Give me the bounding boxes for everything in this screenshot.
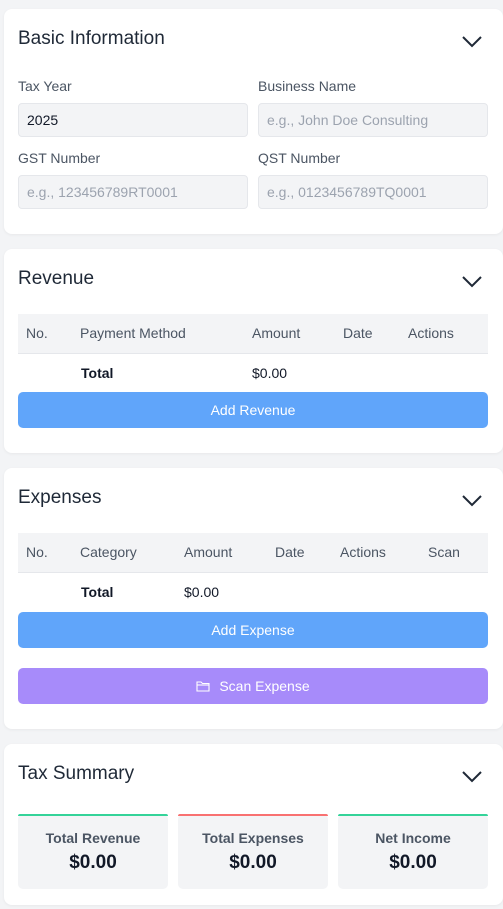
expenses-card: Expenses No. Category Amount Date Action… [4, 468, 503, 729]
summary-value: $0.00 [389, 852, 437, 873]
total-label: Total [81, 365, 114, 381]
scan-expense-button[interactable]: Scan Expense [18, 668, 488, 704]
revenue-card: Revenue No. Payment Method Amount Date A… [4, 249, 503, 453]
revenue-table-header: No. Payment Method Amount Date Actions [18, 314, 488, 353]
section-title: Revenue [18, 268, 95, 289]
accent-bar [338, 814, 488, 816]
summary-label: Net Income [375, 830, 451, 846]
chevron-down-icon[interactable] [461, 275, 483, 289]
add-expense-button[interactable]: Add Expense [18, 612, 488, 648]
column-header: Scan [428, 544, 460, 560]
qst-number-input[interactable] [258, 175, 488, 209]
column-header: Actions [408, 325, 454, 341]
business-name-input[interactable] [258, 103, 488, 137]
gst-number-label: GST Number [18, 150, 101, 166]
total-expenses-summary: Total Expenses $0.00 [178, 814, 328, 889]
total-amount: $0.00 [252, 365, 288, 381]
chevron-down-icon[interactable] [461, 35, 483, 49]
expenses-table-header: No. Category Amount Date Actions Scan [18, 533, 488, 572]
tax-year-label: Tax Year [18, 78, 72, 94]
column-header: No. [26, 544, 48, 560]
column-header: No. [26, 325, 48, 341]
summary-value: $0.00 [229, 852, 277, 873]
total-label: Total [81, 584, 114, 600]
add-revenue-button[interactable]: Add Revenue [18, 392, 488, 428]
column-header: Category [80, 544, 137, 560]
chevron-down-icon[interactable] [461, 770, 483, 784]
column-header: Payment Method [80, 325, 186, 341]
basic-information-card: Basic Information Tax Year Business Name… [4, 9, 503, 234]
summary-label: Total Revenue [45, 830, 141, 846]
folder-icon [196, 681, 210, 692]
accent-bar [178, 814, 328, 816]
tax-year-input[interactable] [18, 103, 248, 137]
business-name-label: Business Name [258, 78, 357, 94]
summary-value: $0.00 [69, 852, 117, 873]
chevron-down-icon[interactable] [461, 494, 483, 508]
accent-bar [18, 814, 168, 816]
scan-expense-label: Scan Expense [219, 678, 310, 694]
section-title: Expenses [18, 487, 102, 508]
divider [18, 353, 488, 354]
column-header: Date [275, 544, 305, 560]
qst-number-label: QST Number [258, 150, 341, 166]
total-amount: $0.00 [184, 584, 220, 600]
divider [18, 572, 488, 573]
tax-summary-card: Tax Summary Total Revenue $0.00 Total Ex… [4, 744, 503, 905]
column-header: Amount [252, 325, 301, 341]
section-title: Tax Summary [18, 763, 135, 784]
gst-number-input[interactable] [18, 175, 248, 209]
column-header: Date [343, 325, 373, 341]
column-header: Actions [340, 544, 386, 560]
section-title: Basic Information [18, 28, 165, 49]
summary-label: Total Expenses [202, 830, 304, 846]
column-header: Amount [184, 544, 233, 560]
total-revenue-summary: Total Revenue $0.00 [18, 814, 168, 889]
net-income-summary: Net Income $0.00 [338, 814, 488, 889]
